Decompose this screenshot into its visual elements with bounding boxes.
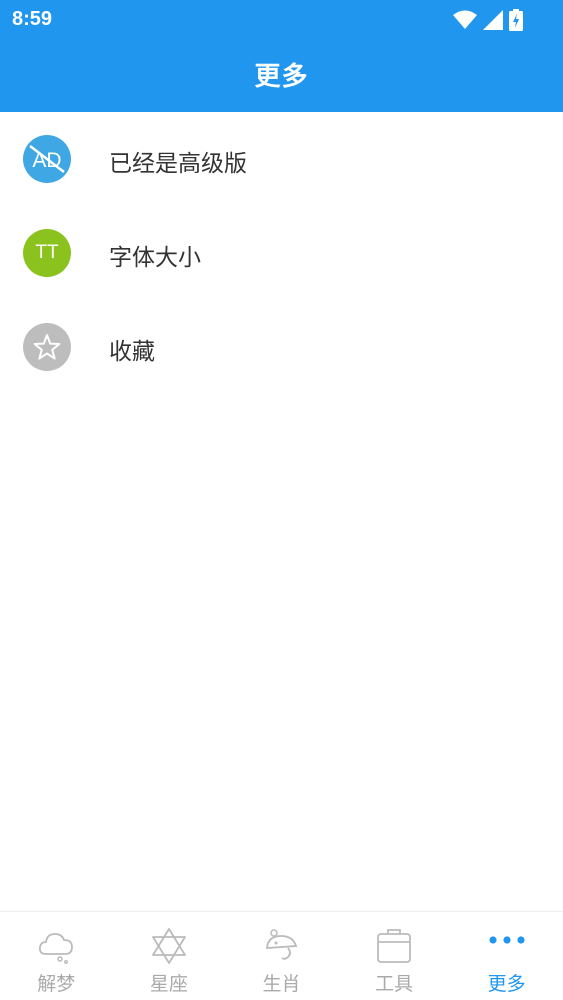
cloud-icon — [36, 926, 76, 966]
nav-item-dream[interactable]: 解梦 — [0, 912, 113, 1000]
nav-item-label: 工具 — [375, 973, 414, 995]
bottom-navigation: 解梦 星座 生肖 工具 更多 — [0, 911, 563, 1000]
nav-item-tools[interactable]: 工具 — [338, 912, 451, 1000]
toolbox-icon — [374, 926, 414, 966]
status-icons — [453, 8, 523, 32]
status-time: 8:59 — [12, 8, 53, 30]
settings-menu: AD 已经是高级版 TT 字体大小 收藏 — [0, 112, 563, 394]
menu-item-label: 已经是高级版 — [109, 151, 247, 177]
nav-item-label: 生肖 — [262, 973, 301, 995]
page-title: 更多 — [254, 62, 309, 92]
font-size-icon: TT — [23, 229, 71, 277]
nav-item-label: 星座 — [149, 973, 188, 995]
menu-item-premium[interactable]: AD 已经是高级版 — [0, 112, 563, 206]
hexagram-icon — [149, 926, 189, 966]
battery-icon — [509, 9, 523, 31]
menu-item-font-size[interactable]: TT 字体大小 — [0, 206, 563, 300]
menu-item-favorites[interactable]: 收藏 — [0, 300, 563, 394]
nav-item-label: 解梦 — [37, 973, 76, 995]
more-dots-icon — [487, 926, 527, 966]
menu-item-label: 字体大小 — [109, 245, 201, 271]
nav-item-more[interactable]: 更多 — [450, 912, 563, 1000]
nav-item-label: 更多 — [487, 973, 526, 995]
signal-icon — [483, 10, 503, 30]
no-ads-icon: AD — [23, 135, 71, 183]
menu-item-label: 收藏 — [109, 339, 155, 365]
star-icon — [23, 323, 71, 371]
wifi-icon — [453, 10, 477, 30]
app-header: 8:59 更多 — [0, 0, 563, 112]
nav-item-zodiac[interactable]: 生肖 — [225, 912, 338, 1000]
font-size-icon-text: TT — [35, 242, 59, 263]
status-bar: 8:59 — [0, 0, 563, 38]
nav-item-constellation[interactable]: 星座 — [113, 912, 226, 1000]
zodiac-icon — [261, 926, 301, 966]
